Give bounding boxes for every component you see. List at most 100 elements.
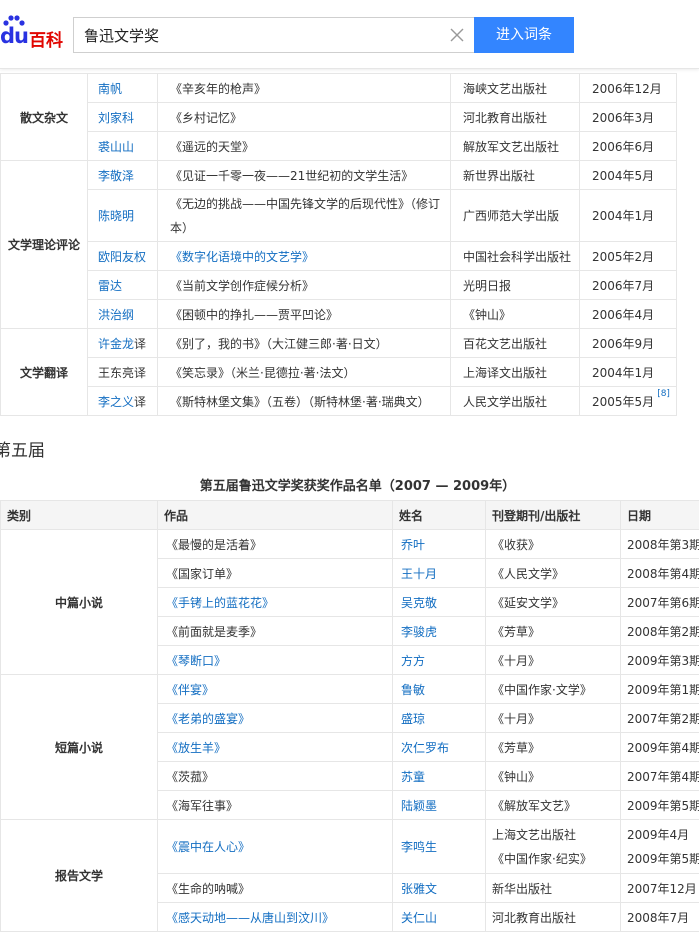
publisher-cell: 上海译文出版社	[450, 357, 580, 387]
work-title[interactable]: 《感天动地——从唐山到汶川》	[166, 911, 334, 925]
author-cell: 陈晓明	[87, 189, 158, 242]
author-name[interactable]: 裘山山	[98, 140, 134, 154]
table-row: 中篇小说 《最慢的是活着》 乔叶 《收获》 2008年第3期	[0, 529, 699, 675]
work-cell: 《茨菰》	[157, 761, 393, 791]
author-cell: 李骏虎	[392, 616, 486, 646]
date-cell: 2006年9月	[579, 328, 677, 358]
date-text: 2009年第5期	[627, 798, 699, 813]
author-name[interactable]: 乔叶	[401, 538, 425, 552]
author-name[interactable]: 李鸣生	[401, 840, 437, 854]
work-title: 《前面就是麦季》	[166, 624, 263, 639]
author-name[interactable]: 盛琼	[401, 712, 425, 726]
work-cell: 《乡村记忆》	[157, 102, 451, 132]
date-text: 2008年7月	[627, 910, 690, 925]
publisher-cell: 《十月》	[485, 703, 621, 733]
date-text: 2004年5月	[592, 168, 655, 183]
author-name[interactable]: 次仁罗布	[401, 741, 449, 755]
header-work: 作品	[157, 500, 393, 530]
table-row: 文学翻译 许金龙译 《别了，我的书》（大江健三郎·著·日文） 百花文艺出版社 2006年…	[0, 328, 677, 416]
work-title: 《海军往事》	[166, 798, 239, 813]
section-heading-5th: 第五届	[0, 441, 45, 461]
publisher-cell: 《解放军文艺》	[485, 790, 621, 820]
header-date: 日期	[620, 500, 699, 530]
publisher-cell: 百花文艺出版社	[450, 328, 580, 358]
date-text: 2007年第6期	[627, 595, 699, 610]
author-name[interactable]: 李敬泽	[98, 169, 134, 183]
date-cell: 2006年4月	[579, 299, 677, 329]
work-title[interactable]: 《放生羊》	[166, 741, 226, 755]
author-cell: 鲁敏	[392, 674, 486, 704]
date-cell: 2006年12月	[579, 73, 677, 103]
table-row: 欧阳友权 《数字化语境中的文艺学》 中国社会科学出版社 2005年2月	[1, 241, 677, 271]
table-row: 刘家科 《乡村记忆》 河北教育出版社 2006年3月	[1, 102, 677, 132]
table-row: 雷达 《当前文学创作症候分析》 光明日报 2006年7月	[1, 270, 677, 300]
work-title: 《遥远的天堂》	[170, 139, 255, 154]
author-name[interactable]: 方方	[401, 654, 425, 668]
search-input[interactable]	[74, 18, 434, 52]
author-cell: 李鸣生	[392, 819, 486, 874]
author-name[interactable]: 关仁山	[401, 911, 437, 925]
date-text: 2006年3月	[592, 110, 655, 125]
date-cell: 2009年第3期	[620, 645, 699, 675]
category-cell: 文学翻译	[0, 328, 88, 416]
author-name[interactable]: 洪治纲	[98, 308, 134, 322]
work-cell: 《伴宴》	[157, 674, 393, 704]
date-cell: 2009年4月 2009年第5期	[620, 819, 699, 874]
publisher-name: 新华出版社	[492, 881, 553, 896]
search-box	[73, 17, 474, 53]
publisher-name: 上海文艺出版社	[492, 827, 577, 842]
author-name[interactable]: 鲁敏	[401, 683, 425, 697]
work-cell: 《笑忘录》（米兰·昆德拉·著·法文）	[157, 357, 451, 387]
publisher-cell: 解放军文艺出版社	[450, 131, 580, 161]
author-name[interactable]: 王十月	[401, 567, 437, 581]
date-cell: 2009年第1期	[620, 674, 699, 704]
author-name[interactable]: 南帆	[98, 82, 122, 96]
author-name[interactable]: 李之义	[98, 395, 134, 409]
work-title[interactable]: 《伴宴》	[166, 683, 214, 697]
date-text: 2008年第2期	[627, 624, 699, 639]
author-name[interactable]: 苏童	[401, 770, 425, 784]
date-cell: 2008年第2期	[620, 616, 699, 646]
work-title: 《无边的挑战——中国先锋文学的后现代性》（修订本）	[170, 196, 441, 235]
date-cell: 2009年第5期	[620, 790, 699, 820]
clear-icon[interactable]	[448, 26, 466, 44]
date-cell: 2008年第3期	[620, 529, 699, 559]
publisher-name: 《中国作家·文学》	[492, 682, 592, 697]
reference-link[interactable]: [8]	[657, 389, 670, 399]
du-logo-mark: du	[0, 24, 29, 48]
author-cell: 陆颖墨	[392, 790, 486, 820]
author-name[interactable]: 李骏虎	[401, 625, 437, 639]
date-text: 2007年第2期	[627, 711, 699, 726]
publisher-cell: 河北教育出版社	[450, 102, 580, 132]
work-cell: 《琴断口》	[157, 645, 393, 675]
work-title[interactable]: 《数字化语境中的文艺学》	[170, 250, 314, 264]
date-text: 2007年12月	[627, 881, 697, 896]
work-cell: 《当前文学创作症候分析》	[157, 270, 451, 300]
baike-logo[interactable]: du 百科	[0, 14, 68, 51]
work-title[interactable]: 《震中在人心》	[166, 840, 250, 854]
work-title: 《茨菰》	[166, 769, 215, 784]
work-cell: 《放生羊》	[157, 732, 393, 762]
work-title[interactable]: 《老弟的盛宴》	[166, 712, 250, 726]
date-text: 2004年1月	[592, 209, 655, 223]
author-name[interactable]: 吴克敬	[401, 596, 437, 610]
publisher-name: 《钟山》	[492, 769, 541, 784]
date-cell: 2008年第4期	[620, 558, 699, 588]
work-title[interactable]: 《琴断口》	[166, 654, 226, 668]
work-cell: 《见证一千零一夜——21世纪初的文学生活》	[157, 160, 451, 190]
work-title: 《别了，我的书》（大江健三郎·著·日文）	[170, 336, 388, 351]
author-name[interactable]: 许金龙	[98, 337, 134, 351]
author-name[interactable]: 刘家科	[98, 111, 134, 125]
date-text: 2005年2月	[592, 249, 655, 264]
publisher-cell: 中国社会科学出版社	[450, 241, 580, 271]
author-name[interactable]: 陈晓明	[98, 209, 134, 223]
work-cell: 《无边的挑战——中国先锋文学的后现代性》（修订本）	[157, 189, 451, 242]
enter-entry-button[interactable]: 进入词条	[474, 17, 574, 53]
author-suffix: 译	[134, 394, 147, 409]
awards-table-4th: 散文杂文 南帆 《辛亥年的枪声》 海峡文艺出版社 2006年12月 刘家科 《乡村记忆》 河北…	[0, 73, 677, 416]
author-name[interactable]: 雷达	[98, 279, 122, 293]
author-name[interactable]: 张雅文	[401, 882, 437, 896]
work-title[interactable]: 《手铐上的蓝花花》	[166, 596, 274, 610]
author-name[interactable]: 陆颖墨	[401, 799, 437, 813]
author-name[interactable]: 欧阳友权	[98, 250, 146, 264]
